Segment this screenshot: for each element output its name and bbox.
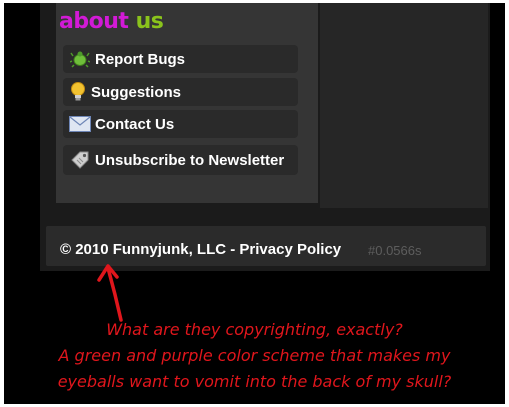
us-word: us bbox=[135, 9, 164, 34]
report-bugs-link[interactable]: Report Bugs bbox=[63, 45, 298, 73]
suggestions-link[interactable]: Suggestions bbox=[63, 78, 298, 106]
annotation-line-3: eyeballs want to vomit into the back of … bbox=[57, 372, 452, 391]
bug-icon bbox=[67, 50, 93, 68]
unsubscribe-link[interactable]: Unsubscribe to Newsletter bbox=[63, 145, 298, 175]
page-timing: #0.0566s bbox=[368, 243, 422, 258]
unsubscribe-label: Unsubscribe to Newsletter bbox=[95, 151, 285, 169]
about-us-heading: about us bbox=[59, 9, 164, 34]
suggestions-label: Suggestions bbox=[91, 83, 182, 101]
about-word: about bbox=[59, 9, 129, 34]
contact-us-label: Contact Us bbox=[95, 115, 175, 133]
annotation-line-2: A green and purple color scheme that mak… bbox=[58, 346, 451, 365]
tag-icon bbox=[67, 150, 93, 170]
lightbulb-icon bbox=[67, 82, 89, 102]
side-panel bbox=[320, 3, 488, 208]
annotation-arrow bbox=[97, 264, 123, 322]
contact-us-link[interactable]: Contact Us bbox=[63, 110, 298, 138]
copyright-text[interactable]: © 2010 Funnyjunk, LLC - Privacy Policy bbox=[60, 241, 341, 258]
annotation-line-1: What are they copyrighting, exactly? bbox=[106, 320, 403, 339]
envelope-icon bbox=[67, 116, 93, 132]
report-bugs-label: Report Bugs bbox=[95, 50, 185, 68]
